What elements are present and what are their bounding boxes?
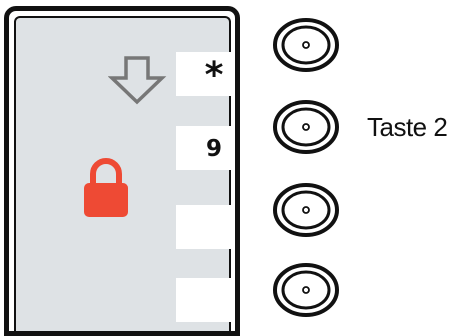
device-frame: * 9 [4, 6, 240, 336]
hardware-button-3[interactable] [269, 182, 343, 238]
softkey-label-3 [176, 205, 235, 249]
padlock-icon [84, 158, 128, 217]
hardware-button-4[interactable] [269, 262, 343, 318]
display-screen: * 9 [14, 16, 235, 331]
softkey-label-2: 9 [176, 126, 235, 170]
softkey-label-1-text: * [204, 55, 224, 96]
hardware-button-1[interactable] [269, 17, 343, 73]
softkey-label-2-text: 9 [205, 136, 222, 162]
hardware-button-2[interactable] [269, 99, 343, 155]
down-arrow-icon [108, 56, 167, 105]
softkey-label-4 [176, 278, 235, 322]
softkey-label-1: * [176, 52, 235, 96]
button-callout-label: Taste 2 [367, 112, 448, 142]
